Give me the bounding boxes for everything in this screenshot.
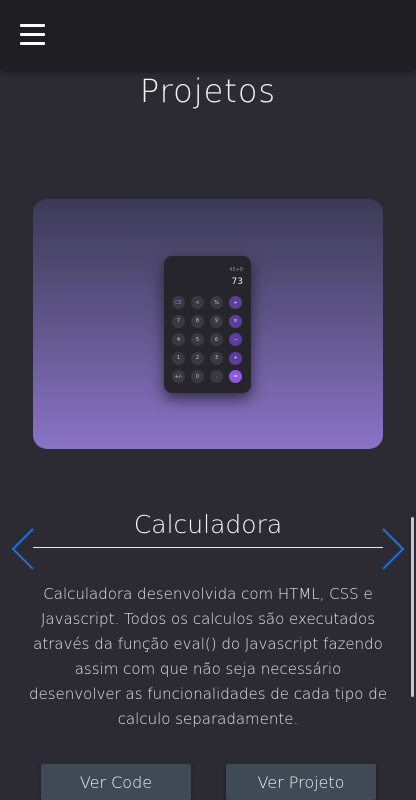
- view-code-button[interactable]: Ver Code: [41, 764, 191, 800]
- calculator-key: 8: [191, 314, 204, 328]
- calculator-key: 7: [172, 314, 185, 328]
- calculator-result: 73: [231, 277, 243, 287]
- title-divider: [33, 547, 383, 548]
- page-title: Projetos: [139, 72, 277, 110]
- calculator-key: 3: [210, 351, 223, 365]
- calculator-key: 2: [191, 351, 204, 365]
- calculator-expression: 45+8: [229, 267, 243, 273]
- calculator-key: ×: [229, 314, 242, 328]
- calculator-key: 1: [172, 351, 185, 365]
- calculator-key: =: [229, 370, 242, 383]
- view-project-button[interactable]: Ver Projeto: [226, 764, 376, 800]
- top-navbar: [0, 0, 416, 70]
- calculator-key: 0: [191, 370, 204, 383]
- calculator-key: 4: [172, 333, 185, 346]
- scrollbar-thumb[interactable]: [411, 517, 414, 697]
- chevron-right-icon[interactable]: [380, 526, 406, 572]
- project-preview-image: 45+8 73 CE <% ÷ 7 8 9 × 4 5 6− 1 2 3 + +/- 0. =: [33, 199, 383, 449]
- project-name: Calculadora: [133, 510, 283, 539]
- hamburger-icon[interactable]: [20, 24, 45, 46]
- project-description: Calculadora desenvolvida com HTML, CSS e…: [28, 585, 387, 728]
- calculator-key: +/-: [172, 370, 185, 383]
- calculator-key: CE: [172, 296, 185, 309]
- calculator-key: 6: [210, 333, 223, 346]
- calculator-key: .: [210, 370, 223, 383]
- calculator-key: ÷: [229, 296, 242, 309]
- calculator-key: +: [229, 351, 242, 365]
- calculator-key: 5: [191, 333, 204, 346]
- calculator-key: <: [191, 296, 204, 309]
- calculator-mockup: 45+8 73 CE <% ÷ 7 8 9 × 4 5 6− 1 2 3 + +/- 0. =: [164, 256, 251, 393]
- calculator-key: −: [229, 333, 242, 346]
- calculator-key: 9: [210, 314, 223, 328]
- calculator-key: %: [210, 296, 223, 309]
